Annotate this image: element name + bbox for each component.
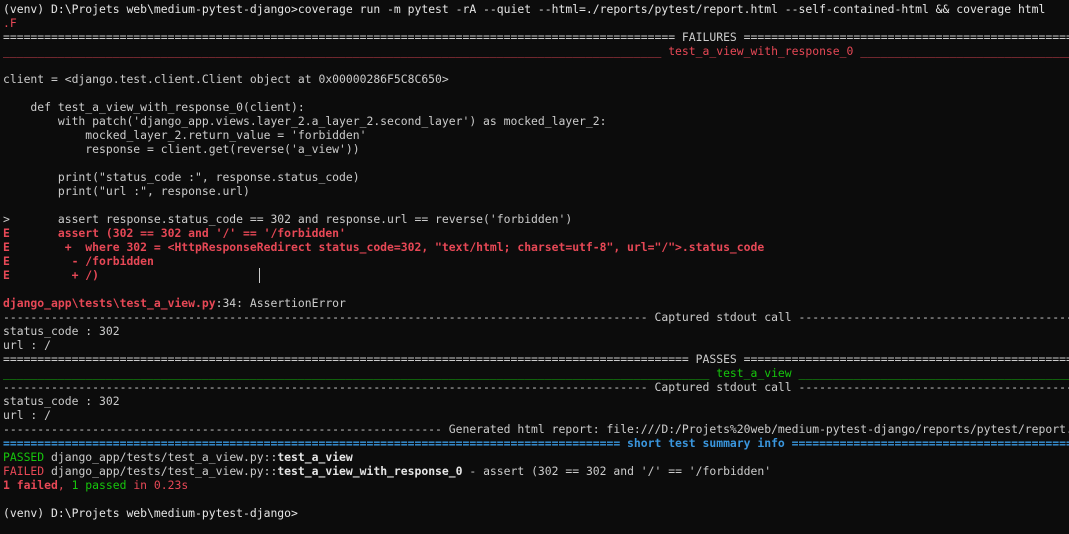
- failure-test-title: ________________________________________…: [3, 44, 1069, 58]
- summary-passed-line: PASSED django_app/tests/test_a_view.py::…: [3, 450, 1069, 464]
- code-line: def test_a_view_with_response_0(client):: [3, 100, 305, 114]
- failed-label: FAILED: [3, 464, 45, 478]
- stdout-line: status_code : 302: [3, 324, 120, 338]
- code-line: with patch('django_app.views.layer_2.a_l…: [3, 114, 607, 128]
- text-cursor: [259, 268, 260, 283]
- summary-failed-line: FAILED django_app/tests/test_a_view.py::…: [3, 464, 1069, 478]
- code-line: mocked_layer_2.return_value = 'forbidden…: [3, 128, 367, 142]
- passed-path: django_app/tests/test_a_view.py::: [44, 450, 278, 464]
- error-line: E assert (302 == 302 and '/' == '/forbid…: [3, 226, 346, 240]
- result-summary: 1 failed, 1 passed in 0.23s: [3, 478, 1069, 492]
- stdout-line: url : /: [3, 408, 52, 422]
- command-text: coverage run -m pytest -rA --quiet --htm…: [297, 2, 1046, 16]
- passed-test-name: test_a_view: [277, 450, 353, 464]
- summary-header: ========================================…: [3, 436, 1069, 450]
- code-line: print("url :", response.url): [3, 184, 250, 198]
- result-separator: ,: [57, 478, 72, 492]
- command-line: (venv) D:\Projets web\medium-pytest-djan…: [3, 2, 1069, 16]
- error-line: E + where 302 = <HttpResponseRedirect st…: [3, 240, 765, 254]
- passed-count: 1 passed: [71, 478, 127, 492]
- prompt: (venv) D:\Projets web\medium-pytest-djan…: [3, 2, 298, 16]
- client-fixture-line: client = <django.test.client.Client obje…: [3, 72, 449, 86]
- captured-stdout-header: ----------------------------------------…: [3, 380, 1069, 394]
- pass-test-title: ________________________________________…: [3, 366, 1069, 380]
- html-report-line: ----------------------------------------…: [3, 422, 1069, 436]
- passed-label: PASSED: [3, 450, 45, 464]
- stdout-line: status_code : 302: [3, 394, 120, 408]
- progress-indicator: .F: [3, 16, 17, 30]
- error-location: django_app\tests\test_a_view.py:34: Asse…: [3, 296, 1069, 310]
- error-line: E + /): [3, 268, 100, 282]
- error-location-message: :34: AssertionError: [215, 296, 346, 310]
- failed-test-name: test_a_view_with_response_0: [277, 464, 463, 478]
- failures-header: ========================================…: [3, 30, 1069, 44]
- assert-line: > assert response.status_code == 302 and…: [3, 212, 573, 226]
- duration: in 0.23s: [126, 478, 189, 492]
- code-line: print("status_code :", response.status_c…: [3, 170, 360, 184]
- terminal-window[interactable]: (venv) D:\Projets web\medium-pytest-djan…: [0, 0, 1069, 534]
- failed-path: django_app/tests/test_a_view.py::: [44, 464, 278, 478]
- stdout-line: url : /: [3, 338, 52, 352]
- failed-reason: - assert (302 == 302 and '/' == '/forbid…: [462, 464, 772, 478]
- failed-count: 1 failed: [3, 478, 58, 492]
- error-line: E - /forbidden: [3, 254, 154, 268]
- code-line: response = client.get(reverse('a_view')): [3, 142, 360, 156]
- final-prompt[interactable]: (venv) D:\Projets web\medium-pytest-djan…: [3, 506, 1069, 520]
- passes-header: ========================================…: [3, 352, 1069, 366]
- error-location-path: django_app\tests\test_a_view.py: [3, 296, 216, 310]
- captured-stdout-header: ----------------------------------------…: [3, 310, 1069, 324]
